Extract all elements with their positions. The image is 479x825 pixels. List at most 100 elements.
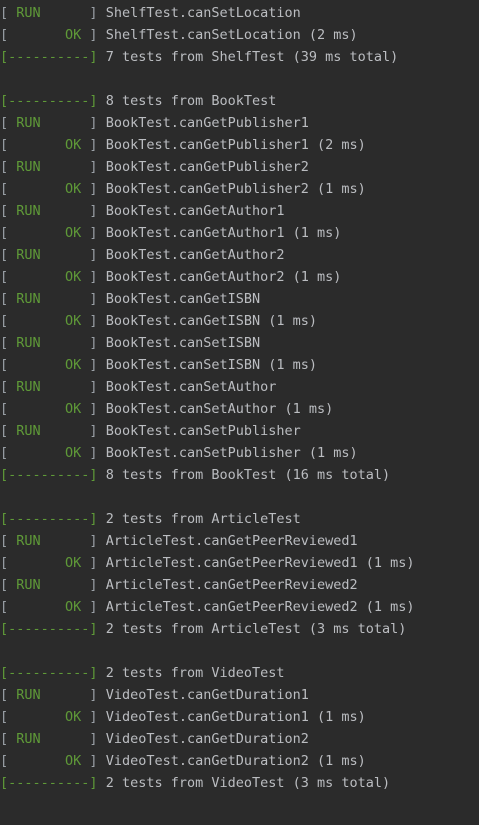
summary-line: [----------] 7 tests from ShelfTest (39 … — [0, 46, 398, 68]
test-ok-line: [ OK ] ArticleTest.canGetPeerReviewed1 (… — [0, 552, 415, 574]
line-message: BookTest.canSetPublisher (1 ms) — [105, 445, 358, 461]
line-message: BookTest.canSetISBN — [105, 335, 261, 351]
line-message: 8 tests from BookTest — [105, 93, 277, 109]
line-message: VideoTest.canGetDuration2 (1 ms) — [105, 753, 366, 769]
test-ok-line: [ OK ] VideoTest.canGetDuration1 (1 ms) — [0, 706, 366, 728]
test-ok-line: [ OK ] BookTest.canGetPublisher1 (2 ms) — [0, 134, 366, 156]
run-status-tag: [ RUN ] — [0, 577, 98, 593]
line-message: ShelfTest.canSetLocation — [105, 5, 301, 21]
line-message: 8 tests from BookTest (16 ms total) — [105, 467, 391, 483]
ok-status-tag: [ OK ] — [0, 753, 98, 769]
line-message: BookTest.canGetPublisher1 (2 ms) — [105, 137, 366, 153]
summary-line: [----------] 8 tests from BookTest — [0, 90, 276, 112]
ok-status-tag: [ OK ] — [0, 181, 98, 197]
test-run-line: [ RUN ] BookTest.canGetPublisher2 — [0, 156, 309, 178]
test-ok-line: [ OK ] BookTest.canGetPublisher2 (1 ms) — [0, 178, 366, 200]
test-output-console: [ RUN ] ShelfTest.canSetLocation[ OK ] S… — [0, 0, 479, 825]
line-message: 7 tests from ShelfTest (39 ms total) — [105, 49, 399, 65]
line-message: BookTest.canGetISBN — [105, 291, 261, 307]
summary-line: [----------] 8 tests from BookTest (16 m… — [0, 464, 390, 486]
line-message: BookTest.canGetAuthor1 (1 ms) — [105, 225, 342, 241]
line-message: VideoTest.canGetDuration1 (1 ms) — [105, 709, 366, 725]
ok-status-tag: [ OK ] — [0, 27, 98, 43]
run-status-tag: [ RUN ] — [0, 379, 98, 395]
ok-status-tag: [ OK ] — [0, 137, 98, 153]
run-status-tag: [ RUN ] — [0, 731, 98, 747]
line-message: BookTest.canSetISBN (1 ms) — [105, 357, 318, 373]
ok-status-tag: [ OK ] — [0, 269, 98, 285]
run-status-tag: [ RUN ] — [0, 291, 98, 307]
line-message: BookTest.canGetPublisher1 — [105, 115, 309, 131]
line-message: BookTest.canSetAuthor — [105, 379, 277, 395]
run-status-tag: [ RUN ] — [0, 5, 98, 21]
test-run-line: [ RUN ] BookTest.canGetPublisher1 — [0, 112, 309, 134]
ok-status-tag: [ OK ] — [0, 313, 98, 329]
run-status-tag: [ RUN ] — [0, 159, 98, 175]
line-message: 2 tests from ArticleTest (3 ms total) — [105, 621, 407, 637]
test-ok-line: [ OK ] BookTest.canGetISBN (1 ms) — [0, 310, 317, 332]
test-ok-line: [ OK ] BookTest.canGetAuthor2 (1 ms) — [0, 266, 341, 288]
ok-status-tag: [ OK ] — [0, 225, 98, 241]
summary-line: [----------] 2 tests from ArticleTest — [0, 508, 301, 530]
test-ok-line: [ OK ] BookTest.canSetISBN (1 ms) — [0, 354, 317, 376]
separator-tag: [----------] — [0, 511, 98, 527]
test-run-line: [ RUN ] BookTest.canSetAuthor — [0, 376, 276, 398]
summary-line: [----------] 2 tests from VideoTest — [0, 662, 285, 684]
separator-tag: [----------] — [0, 49, 98, 65]
test-ok-line: [ OK ] ShelfTest.canSetLocation (2 ms) — [0, 24, 358, 46]
test-run-line: [ RUN ] BookTest.canSetISBN — [0, 332, 260, 354]
run-status-tag: [ RUN ] — [0, 203, 98, 219]
separator-tag: [----------] — [0, 621, 98, 637]
line-message: BookTest.canSetPublisher — [105, 423, 301, 439]
separator-tag: [----------] — [0, 775, 98, 791]
ok-status-tag: [ OK ] — [0, 709, 98, 725]
test-ok-line: [ OK ] BookTest.canGetAuthor1 (1 ms) — [0, 222, 341, 244]
line-message: ArticleTest.canGetPeerReviewed1 — [105, 533, 358, 549]
line-message: ShelfTest.canSetLocation (2 ms) — [105, 27, 358, 43]
ok-status-tag: [ OK ] — [0, 401, 98, 417]
test-run-line: [ RUN ] BookTest.canGetISBN — [0, 288, 260, 310]
line-message: BookTest.canGetISBN (1 ms) — [105, 313, 318, 329]
run-status-tag: [ RUN ] — [0, 335, 98, 351]
ok-status-tag: [ OK ] — [0, 599, 98, 615]
separator-tag: [----------] — [0, 467, 98, 483]
separator-tag: [----------] — [0, 93, 98, 109]
line-message: 2 tests from ArticleTest — [105, 511, 301, 527]
line-message: ArticleTest.canGetPeerReviewed2 — [105, 577, 358, 593]
test-run-line: [ RUN ] ArticleTest.canGetPeerReviewed1 — [0, 530, 358, 552]
test-run-line: [ RUN ] VideoTest.canGetDuration1 — [0, 684, 309, 706]
line-message: ArticleTest.canGetPeerReviewed2 (1 ms) — [105, 599, 415, 615]
line-message: VideoTest.canGetDuration1 — [105, 687, 309, 703]
test-run-line: [ RUN ] VideoTest.canGetDuration2 — [0, 728, 309, 750]
line-message: BookTest.canSetAuthor (1 ms) — [105, 401, 334, 417]
line-message: VideoTest.canGetDuration2 — [105, 731, 309, 747]
run-status-tag: [ RUN ] — [0, 115, 98, 131]
summary-line: [----------] 2 tests from ArticleTest (3… — [0, 618, 406, 640]
test-ok-line: [ OK ] VideoTest.canGetDuration2 (1 ms) — [0, 750, 366, 772]
separator-tag: [----------] — [0, 665, 98, 681]
test-ok-line: [ OK ] BookTest.canSetPublisher (1 ms) — [0, 442, 358, 464]
test-run-line: [ RUN ] ShelfTest.canSetLocation — [0, 2, 301, 24]
line-message: BookTest.canGetPublisher2 — [105, 159, 309, 175]
run-status-tag: [ RUN ] — [0, 247, 98, 263]
line-message: ArticleTest.canGetPeerReviewed1 (1 ms) — [105, 555, 415, 571]
ok-status-tag: [ OK ] — [0, 357, 98, 373]
test-run-line: [ RUN ] BookTest.canGetAuthor1 — [0, 200, 285, 222]
line-message: BookTest.canGetAuthor1 — [105, 203, 285, 219]
ok-status-tag: [ OK ] — [0, 445, 98, 461]
test-run-line: [ RUN ] ArticleTest.canGetPeerReviewed2 — [0, 574, 358, 596]
run-status-tag: [ RUN ] — [0, 423, 98, 439]
run-status-tag: [ RUN ] — [0, 687, 98, 703]
test-ok-line: [ OK ] ArticleTest.canGetPeerReviewed2 (… — [0, 596, 415, 618]
test-ok-line: [ OK ] BookTest.canSetAuthor (1 ms) — [0, 398, 333, 420]
summary-line: [----------] 2 tests from VideoTest (3 m… — [0, 772, 390, 794]
line-message: 2 tests from VideoTest (3 ms total) — [105, 775, 391, 791]
test-run-line: [ RUN ] BookTest.canGetAuthor2 — [0, 244, 285, 266]
ok-status-tag: [ OK ] — [0, 555, 98, 571]
run-status-tag: [ RUN ] — [0, 533, 98, 549]
line-message: 2 tests from VideoTest — [105, 665, 285, 681]
test-run-line: [ RUN ] BookTest.canSetPublisher — [0, 420, 301, 442]
line-message: BookTest.canGetPublisher2 (1 ms) — [105, 181, 366, 197]
line-message: BookTest.canGetAuthor2 — [105, 247, 285, 263]
line-message: BookTest.canGetAuthor2 (1 ms) — [105, 269, 342, 285]
